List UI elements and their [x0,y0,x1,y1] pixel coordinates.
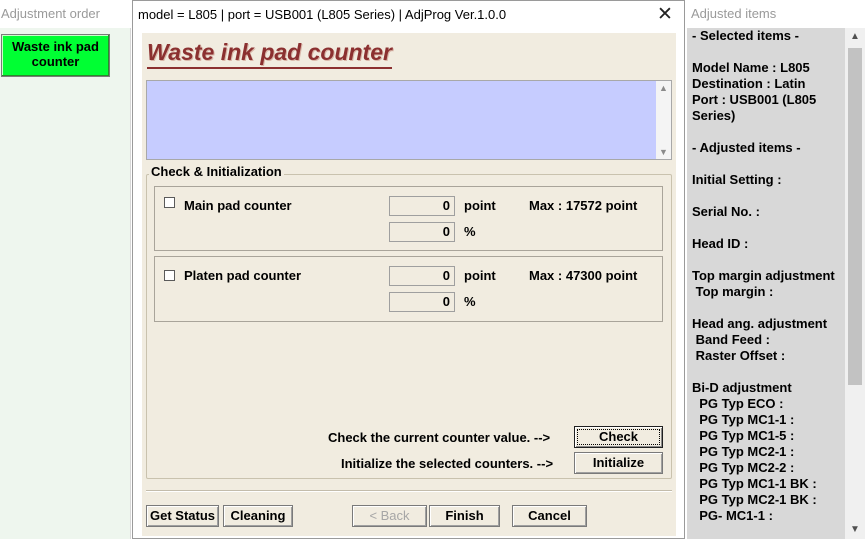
adjusted-item-line: PG Typ MC2-1 : [692,444,795,459]
waste-button-line1: Waste ink pad [12,39,99,54]
message-box[interactable]: ▲ ▼ [146,80,672,160]
adjprog-dialog: model = L805 | port = USB001 (L805 Serie… [132,0,685,539]
dialog-title: model = L805 | port = USB001 (L805 Serie… [138,7,507,22]
main-pad-point-unit: point [464,198,496,213]
app-root: Adjustment order Waste ink pad counter A… [0,0,865,539]
adjusted-items-panel: Adjusted items - Selected items - Model … [687,0,865,539]
cancel-button[interactable]: Cancel [512,505,587,527]
adjusted-item-line: Port : USB001 (L805 [692,92,817,107]
adjusted-item-line: Top margin adjustment [692,268,835,283]
adjusted-item-line: PG Typ MC1-5 : [692,428,795,443]
adjusted-item-line: PG Typ MC2-1 BK : [692,492,817,507]
main-pad-counter-checkbox[interactable] [164,197,175,208]
close-icon[interactable]: ✕ [654,4,676,26]
platen-pad-percent-unit: % [464,294,476,309]
platen-pad-counter-label: Platen pad counter [184,268,302,283]
adjusted-item-line [692,156,845,172]
check-button[interactable]: Check [574,426,663,448]
page-title: Waste ink pad counter [147,39,392,69]
adjusted-item-line: Raster Offset : [692,348,786,363]
main-pad-point-value: 0 [389,196,455,216]
footer-separator [146,490,672,492]
adjustment-order-panel: Adjustment order Waste ink pad counter [0,0,131,539]
adjusted-item-line: PG Typ MC1-1 BK : [692,476,817,491]
finish-button[interactable]: Finish [429,505,500,527]
adjusted-item-line: - Selected items - [692,28,799,43]
adjusted-items-scrollbar[interactable]: ▲ ▼ [845,28,865,539]
adjusted-item-line [692,188,845,204]
adjusted-item-line: Series) [692,108,736,123]
adjusted-item-line [692,44,845,60]
check-init-group-label: Check & Initialization [149,164,284,179]
main-pad-percent-value: 0 [389,222,455,242]
adjusted-item-line: Top margin : [692,284,774,299]
adjusted-item-line: - Adjusted items - [692,140,801,155]
adjusted-item-line: Band Feed : [692,332,771,347]
platen-pad-max: Max : 47300 point [529,268,638,283]
cleaning-button[interactable]: Cleaning [223,505,293,527]
main-pad-max: Max : 17572 point [529,198,638,213]
waste-ink-pad-counter-button[interactable]: Waste ink pad counter [1,34,110,77]
adjusted-item-line: Serial No. : [692,204,760,219]
adjusted-items-list: - Selected items - Model Name : L805 Dest… [687,28,845,539]
check-prompt: Check the current counter value. --> [328,430,551,445]
initialize-button[interactable]: Initialize [574,452,663,474]
main-pad-percent-unit: % [464,224,476,239]
adjusted-item-line: PG Typ ECO : [692,396,784,411]
adjusted-item-line [692,252,845,268]
adjusted-items-title: Adjusted items [687,0,865,28]
init-prompt: Initialize the selected counters. --> [341,456,554,471]
scroll-thumb[interactable] [848,48,862,385]
adjusted-item-line [692,124,845,140]
adjusted-item-line: PG Typ MC2-2 : [692,460,795,475]
platen-pad-percent-value: 0 [389,292,455,312]
scroll-down-arrow-icon[interactable]: ▼ [656,145,671,159]
adjusted-item-line [692,364,845,380]
adjusted-item-line: Model Name : L805 [692,60,810,75]
adjusted-item-line: Head ang. adjustment [692,316,828,331]
get-status-button[interactable]: Get Status [146,505,219,527]
platen-pad-point-unit: point [464,268,496,283]
adjustment-order-title: Adjustment order [0,0,131,28]
adjusted-item-line: Initial Setting : [692,172,782,187]
adjusted-item-line: PG Typ MC1-1 : [692,412,795,427]
message-box-scrollbar[interactable]: ▲ ▼ [656,81,671,159]
adjusted-item-line: Head ID : [692,236,749,251]
scroll-up-arrow-icon[interactable]: ▲ [845,28,865,46]
waste-button-line2: counter [31,54,80,69]
adjusted-item-line [692,220,845,236]
adjusted-item-line: PG- MC1-1 : [692,508,773,523]
adjusted-item-line [692,300,845,316]
platen-pad-point-value: 0 [389,266,455,286]
back-button[interactable]: < Back [352,505,427,527]
adjusted-item-line: Bi-D adjustment [692,380,792,395]
platen-pad-counter-checkbox[interactable] [164,270,175,281]
scroll-up-arrow-icon[interactable]: ▲ [656,81,671,95]
dialog-client-area: Waste ink pad counter ▲ ▼ Check & Initia… [142,33,676,536]
adjusted-item-line: Destination : Latin [692,76,806,91]
scroll-down-arrow-icon[interactable]: ▼ [845,521,865,539]
dialog-title-bar: model = L805 | port = USB001 (L805 Serie… [133,1,684,29]
main-pad-counter-label: Main pad counter [184,198,292,213]
